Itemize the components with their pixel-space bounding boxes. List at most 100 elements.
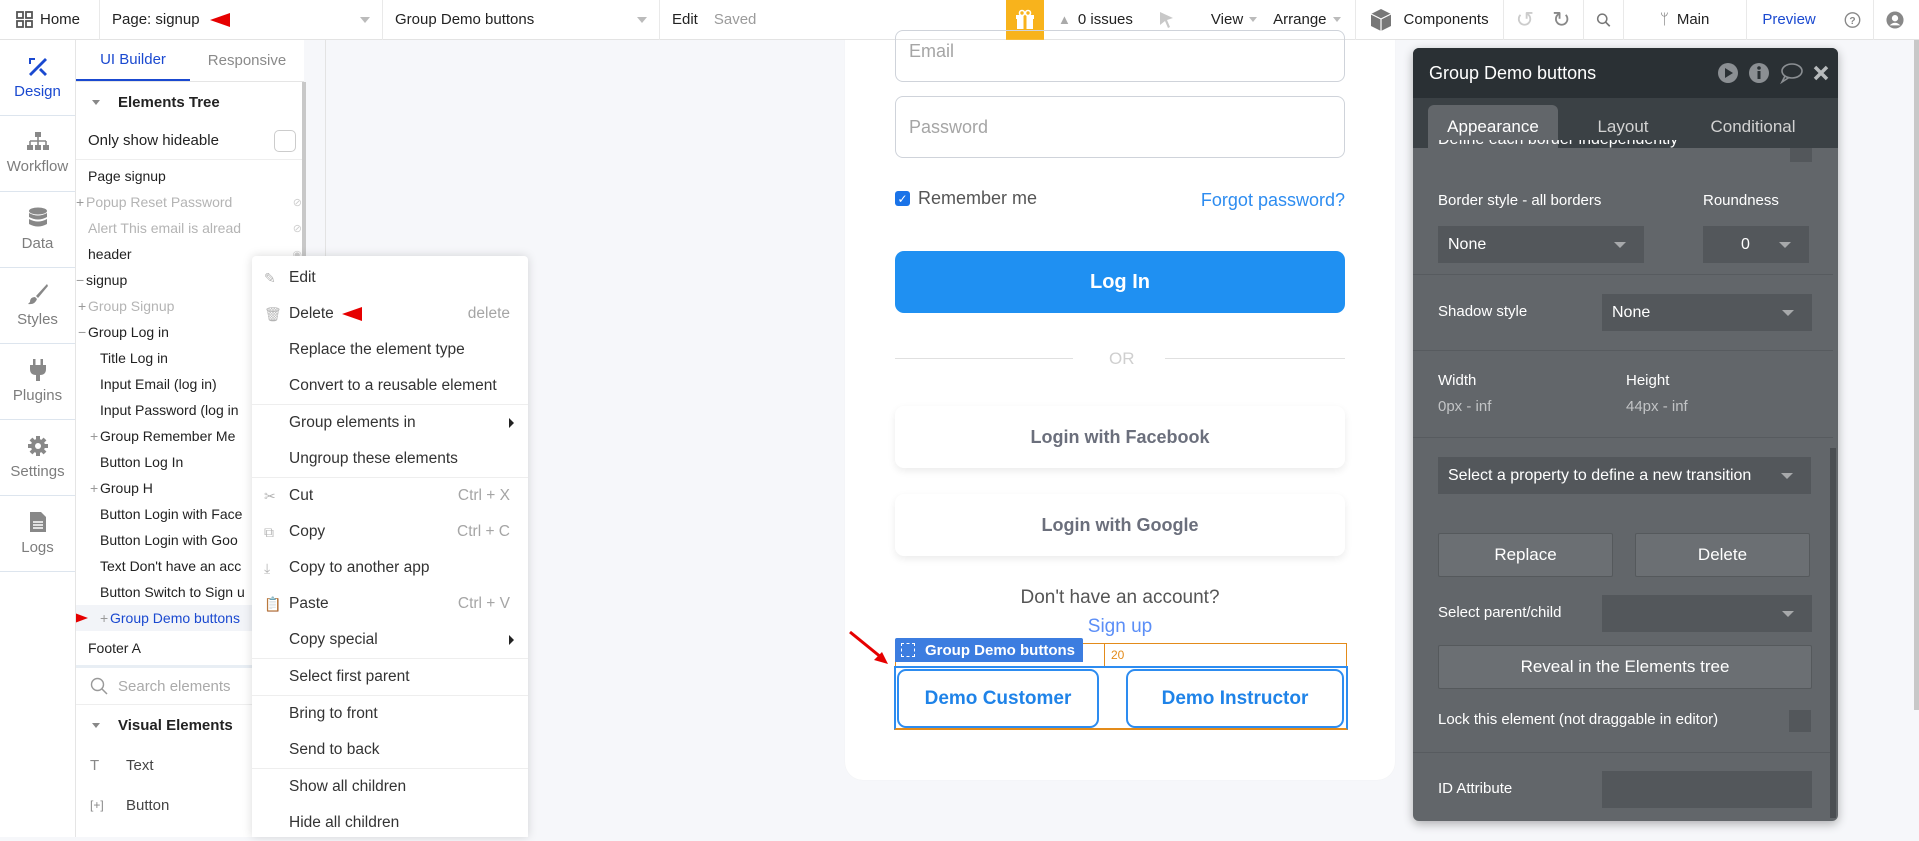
account-button[interactable] <box>1874 0 1916 40</box>
menu-item-label: Copy <box>289 523 326 540</box>
menu-item-bring-to-front[interactable]: Bring to front <box>252 696 528 732</box>
expand-icon[interactable]: + <box>78 298 88 314</box>
property-panel-scrollbar[interactable] <box>1830 448 1836 818</box>
nav-settings[interactable]: Settings <box>0 420 75 496</box>
page-selector[interactable]: Page: signup <box>100 0 383 40</box>
eye-slash-icon[interactable]: ⊘ <box>293 196 302 209</box>
tab-ui-builder[interactable]: UI Builder <box>76 40 190 81</box>
height-label: Height <box>1626 372 1670 389</box>
nav-data[interactable]: Data <box>0 192 75 268</box>
tree-item[interactable]: Page signup <box>76 163 304 189</box>
select-parent-child-dropdown[interactable] <box>1602 595 1812 632</box>
password-input[interactable]: Password <box>895 96 1345 158</box>
nav-styles[interactable]: Styles <box>0 268 75 344</box>
menu-item-copy-to-another-app[interactable]: ⤓ Copy to another app <box>252 550 528 586</box>
undo-icon[interactable]: ↺ <box>1516 7 1534 33</box>
demo-instructor-button[interactable]: Demo Instructor <box>1126 669 1344 728</box>
delete-button[interactable]: Delete <box>1635 533 1810 577</box>
close-icon[interactable] <box>1812 64 1830 82</box>
tree-item-label: Alert This email is alread <box>88 220 242 236</box>
lock-element-checkbox[interactable] <box>1789 710 1811 732</box>
comment-icon[interactable] <box>1779 62 1803 84</box>
tree-item[interactable]: Alert This email is alread ⊘ <box>76 215 304 241</box>
menu-item-cut[interactable]: ✂ Cut Ctrl + X <box>252 478 528 514</box>
menu-item-select-first-parent[interactable]: Select first parent <box>252 659 528 695</box>
menu-item-delete[interactable]: 🗑 Delete delete <box>252 296 528 332</box>
tab-responsive[interactable]: Responsive <box>190 40 304 81</box>
login-facebook-button[interactable]: Login with Facebook <box>895 406 1345 468</box>
id-attribute-input[interactable] <box>1602 771 1812 808</box>
search-button[interactable] <box>1584 0 1624 40</box>
remember-me[interactable]: ✓ Remember me <box>895 188 1037 209</box>
play-icon[interactable] <box>1717 62 1739 84</box>
menu-item-label: Select first parent <box>289 668 410 685</box>
search-elements-input[interactable]: Search elements <box>118 678 231 695</box>
demo-customer-button[interactable]: Demo Customer <box>897 669 1099 728</box>
settings-icon <box>27 436 48 456</box>
sign-up-link[interactable]: Sign up <box>845 616 1395 638</box>
redo-icon[interactable]: ↻ <box>1552 7 1570 33</box>
menu-item-ungroup-these-elements[interactable]: Ungroup these elements <box>252 441 528 477</box>
replace-button[interactable]: Replace <box>1438 533 1613 577</box>
shadow-style-value: None <box>1612 303 1651 321</box>
height-value[interactable]: 44px - inf <box>1626 398 1688 415</box>
expand-icon[interactable]: + <box>90 428 100 444</box>
menu-item-send-to-back[interactable]: Send to back <box>252 732 528 768</box>
transition-dropdown[interactable]: Select a property to define a new transi… <box>1438 457 1811 494</box>
remember-me-checkbox[interactable]: ✓ <box>895 191 910 206</box>
menu-item-paste[interactable]: 📋 Paste Ctrl + V <box>252 586 528 622</box>
elements-tree-header[interactable]: Elements Tree <box>76 82 304 122</box>
collapse-icon[interactable]: − <box>76 272 86 288</box>
border-style-dropdown[interactable]: None <box>1438 226 1644 263</box>
eye-slash-icon[interactable]: ⊘ <box>293 222 302 235</box>
roundness-dropdown[interactable]: 0 <box>1703 226 1809 263</box>
edit-button[interactable]: Edit <box>672 11 698 28</box>
shortcut-hint: Ctrl + X <box>457 487 510 504</box>
nav-workflow[interactable]: Workflow <box>0 116 75 192</box>
menu-item-group-elements-in[interactable]: Group elements in <box>252 405 528 441</box>
forgot-password-link[interactable]: Forgot password? <box>1201 190 1345 211</box>
group-demo-buttons[interactable]: Demo Customer Demo Instructor <box>894 666 1348 730</box>
menu-item-replace-the-element-type[interactable]: Replace the element type <box>252 332 528 368</box>
tree-item[interactable]: + Popup Reset Password ⊘ <box>76 189 304 215</box>
width-value[interactable]: 0px - inf <box>1438 398 1491 415</box>
login-google-button[interactable]: Login with Google <box>895 494 1345 556</box>
tab-conditional[interactable]: Conditional <box>1688 105 1818 148</box>
nav-plugins[interactable]: Plugins <box>0 344 75 420</box>
menu-item-show-all-children[interactable]: Show all children <box>252 769 528 805</box>
element-selector[interactable]: Group Demo buttons <box>383 0 660 40</box>
view-label: View <box>1210 11 1244 28</box>
email-input[interactable]: Email <box>895 30 1345 82</box>
roundness-label: Roundness <box>1703 192 1779 209</box>
menu-item-copy-special[interactable]: Copy special <box>252 622 528 658</box>
shortcut-hint: Ctrl + V <box>457 595 510 612</box>
group-selection-badge[interactable]: Group Demo buttons <box>895 638 1083 662</box>
help-button[interactable]: ? <box>1832 0 1874 40</box>
nav-design[interactable]: Design <box>0 40 75 116</box>
shadow-style-dropdown[interactable]: None <box>1602 294 1812 331</box>
components-button[interactable]: Components <box>1356 0 1504 40</box>
menu-item-convert-to-a-reusable-element[interactable]: Convert to a reusable element <box>252 368 528 404</box>
canvas-scrollbar[interactable] <box>1914 40 1919 710</box>
log-in-button[interactable]: Log In <box>895 251 1345 313</box>
annotation-arrow-icon <box>76 612 88 624</box>
group-icon <box>901 643 915 657</box>
only-show-hideable-checkbox[interactable] <box>274 129 296 152</box>
define-each-border-checkbox[interactable] <box>1790 148 1812 162</box>
menu-item-hide-all-children[interactable]: Hide all children <box>252 805 528 841</box>
reveal-in-tree-button[interactable]: Reveal in the Elements tree <box>1438 645 1812 689</box>
expand-icon[interactable]: + <box>100 610 110 626</box>
expand-icon[interactable]: + <box>90 480 100 496</box>
collapse-icon[interactable]: − <box>78 324 88 340</box>
tree-item-label: signup <box>86 272 128 288</box>
nav-logs[interactable]: Logs <box>0 496 75 572</box>
tree-item-label: Page signup <box>88 168 166 184</box>
info-icon[interactable] <box>1748 62 1770 84</box>
property-editor-header[interactable]: Group Demo buttons <box>1413 48 1838 98</box>
expand-icon[interactable]: + <box>76 194 86 210</box>
branch-selector[interactable]: ᛘ Main <box>1624 0 1747 40</box>
menu-item-copy[interactable]: ⧉ Copy Ctrl + C <box>252 514 528 550</box>
preview-button[interactable]: Preview <box>1747 0 1832 40</box>
home-button[interactable]: Home <box>0 0 100 40</box>
menu-item-edit[interactable]: ✎ Edit <box>252 260 528 296</box>
